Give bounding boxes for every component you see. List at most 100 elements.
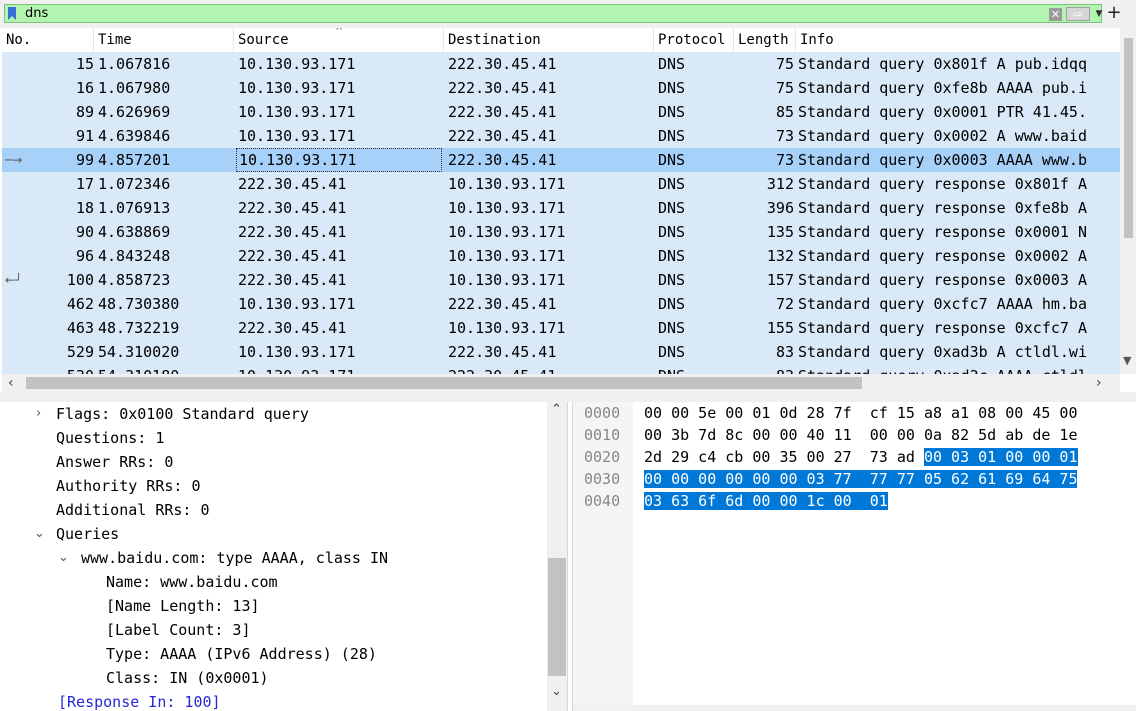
cell-no: 16 (75, 79, 94, 97)
packet-row[interactable]: 100 4.858723 222.30.45.41 10.130.93.171 DNS 1… (2, 268, 1120, 292)
details-tree-item[interactable]: Class: IN (0x0001) (106, 666, 269, 690)
pane-splitter[interactable] (0, 392, 1136, 402)
details-tree-item[interactable]: www.baidu.com: type AAAA, class IN (81, 546, 388, 570)
cell-dst: 10.130.93.171 (448, 175, 566, 193)
packet-row[interactable]: 17 1.072346 222.30.45.41 10.130.93.171 DNS 31… (2, 172, 1120, 196)
column-header-no[interactable]: No. (2, 28, 94, 52)
cell-time: 1.076913 (98, 199, 171, 217)
details-tree-item[interactable]: [Name Length: 13] (106, 594, 260, 618)
collapse-arrow-icon[interactable]: ⌄ (34, 522, 45, 546)
packet-row[interactable]: 463 48.732219 222.30.45.41 10.130.93.171 DNS… (2, 316, 1120, 340)
packet-list-header: No. Time Source ^ Destination Protocol L… (2, 28, 1120, 53)
cell-src: 10.130.93.171 (238, 103, 356, 121)
packet-row[interactable]: 529 54.310020 10.130.93.171 222.30.45.41 DNS… (2, 340, 1120, 364)
details-tree-item[interactable]: Name: www.baidu.com (106, 570, 278, 594)
cell-time: 4.639846 (98, 127, 171, 145)
packet-row[interactable]: 90 4.638869 222.30.45.41 10.130.93.171 DNS 13… (2, 220, 1120, 244)
scroll-down-icon[interactable]: ⌄ (551, 684, 562, 699)
apply-filter-icon[interactable]: ⇨ (1066, 7, 1090, 21)
clear-filter-icon[interactable]: ✕ (1049, 8, 1062, 21)
details-vertical-scrollbar[interactable]: ⌃ ⌄ (547, 402, 567, 711)
expand-arrow-icon[interactable]: › (36, 402, 41, 426)
cell-time: 4.843248 (98, 247, 171, 265)
cell-len: 75 (775, 79, 794, 97)
cell-src: 10.130.93.171 (238, 55, 356, 73)
hex-bytes: 00 3b 7d 8c 00 00 40 11 00 00 0a 82 5d a… (644, 426, 1078, 444)
cell-proto: DNS (658, 319, 686, 337)
column-header-destination[interactable]: Destination (444, 28, 654, 52)
scroll-right-icon[interactable]: › (1096, 374, 1102, 392)
hex-bytes-line[interactable]: 03 63 6f 6d 00 00 1c 00 01 (644, 490, 888, 512)
scrollbar-thumb[interactable] (548, 558, 566, 676)
packet-details-pane[interactable]: › Flags: 0x0100 Standard query Questions: … (2, 402, 568, 711)
packet-list-vertical-scrollbar[interactable]: ▼ (1120, 28, 1136, 374)
packet-bytes-pane[interactable]: 0000 00 00 5e 00 01 0d 28 7f cf 15 a8 a1 … (572, 402, 1136, 711)
cell-time: 48.732219 (98, 319, 180, 337)
details-tree-item[interactable]: Questions: 1 (56, 426, 164, 450)
cell-no: 529 (66, 343, 94, 361)
cell-proto: DNS (658, 127, 686, 145)
add-filter-button-icon[interactable]: + (1106, 4, 1122, 22)
scroll-left-icon[interactable]: ‹ (8, 374, 14, 392)
details-tree-item[interactable]: Answer RRs: 0 (56, 450, 173, 474)
packet-row[interactable]: 16 1.067980 10.130.93.171 222.30.45.41 DNS 75… (2, 76, 1120, 100)
cell-no: 17 (75, 175, 94, 193)
hex-bytes-line[interactable]: 2d 29 c4 cb 00 35 00 27 73 ad 00 03 01 0… (644, 446, 1078, 468)
cell-info: Standard query response 0x0003 A (798, 271, 1087, 289)
cell-proto: DNS (658, 343, 686, 361)
sort-ascending-icon: ^ (335, 28, 344, 37)
column-header-time[interactable]: Time (94, 28, 234, 52)
cell-no: 89 (75, 103, 94, 121)
hex-bytes-line[interactable]: 00 3b 7d 8c 00 00 40 11 00 00 0a 82 5d a… (644, 424, 1077, 446)
cell-info: Standard query 0x0002 A www.baid (798, 127, 1087, 145)
scrollbar-thumb[interactable] (26, 377, 862, 389)
hex-bytes-line[interactable]: 00 00 00 00 00 00 03 77 77 77 05 62 61 6… (644, 468, 1078, 490)
packet-row[interactable]: 99 4.857201 10.130.93.171 222.30.45.41 DNS 73… (2, 148, 1120, 172)
filter-text[interactable]: dns (25, 6, 48, 21)
details-tree-item[interactable]: Type: AAAA (IPv6 Address) (28) (106, 642, 377, 666)
packet-list-horizontal-scrollbar[interactable]: ‹ › (2, 374, 1120, 392)
packet-row[interactable]: 89 4.626969 10.130.93.171 222.30.45.41 DNS 85… (2, 100, 1120, 124)
packet-row[interactable]: 15 1.067816 10.130.93.171 222.30.45.41 DNS 75… (2, 52, 1120, 76)
cell-time: 4.857201 (98, 151, 171, 169)
cell-proto: DNS (658, 199, 686, 217)
details-tree-item[interactable]: Authority RRs: 0 (56, 474, 201, 498)
cell-info: Standard query 0x0001 PTR 41.45. (798, 103, 1087, 121)
packet-row[interactable]: 462 48.730380 10.130.93.171 222.30.45.41 DNS… (2, 292, 1120, 316)
details-tree-item[interactable]: Flags: 0x0100 Standard query (56, 402, 309, 426)
cell-time: 4.638869 (98, 223, 171, 241)
cell-len: 83 (775, 343, 794, 361)
cell-proto: DNS (658, 79, 686, 97)
cell-len: 155 (766, 319, 794, 337)
details-tree-item[interactable]: [Label Count: 3] (106, 618, 251, 642)
scroll-up-icon[interactable]: ⌃ (551, 402, 562, 417)
column-header-protocol[interactable]: Protocol (654, 28, 734, 52)
cell-proto: DNS (658, 295, 686, 313)
packet-row[interactable]: 530 54.31018010.130.93.171 222.30.45.41 DNS… (2, 364, 1120, 374)
details-tree-item[interactable]: Additional RRs: 0 (56, 498, 210, 522)
details-tree-item[interactable]: Queries (56, 522, 119, 546)
cell-proto: DNS (658, 103, 686, 121)
packet-list[interactable]: No. Time Source ^ Destination Protocol L… (2, 28, 1120, 374)
cell-len: 132 (766, 247, 794, 265)
bytes-horizontal-scrollbar[interactable] (573, 705, 1136, 711)
hex-bytes-line[interactable]: 00 00 5e 00 01 0d 28 7f cf 15 a8 a1 08 0… (644, 402, 1077, 424)
cell-len: 75 (775, 55, 794, 73)
packet-row[interactable]: 18 1.076913 222.30.45.41 10.130.93.171 DNS 39… (2, 196, 1120, 220)
display-filter-input[interactable]: dns ✕ ⇨ ▼ (4, 4, 1102, 23)
cell-info: Standard query 0x0003 AAAA www.b (798, 151, 1087, 169)
scrollbar-thumb[interactable] (1124, 38, 1133, 238)
response-in-link[interactable]: [Response In: 100] (58, 690, 221, 711)
cell-time: 1.067980 (98, 79, 171, 97)
cell-proto: DNS (658, 55, 686, 73)
scroll-down-icon[interactable]: ▼ (1123, 354, 1131, 367)
cell-no: 96 (75, 247, 94, 265)
column-header-info[interactable]: Info (796, 28, 1120, 52)
packet-row[interactable]: 91 4.639846 10.130.93.171 222.30.45.41 DNS 73… (2, 124, 1120, 148)
collapse-arrow-icon[interactable]: ⌄ (58, 546, 69, 570)
bookmark-icon[interactable] (8, 7, 16, 20)
cell-src: 10.130.93.171 (238, 343, 356, 361)
filter-history-dropdown-icon[interactable]: ▼ (1093, 7, 1105, 21)
packet-row[interactable]: 96 4.843248 222.30.45.41 10.130.93.171 DNS 13… (2, 244, 1120, 268)
column-header-length[interactable]: Length (734, 28, 796, 52)
